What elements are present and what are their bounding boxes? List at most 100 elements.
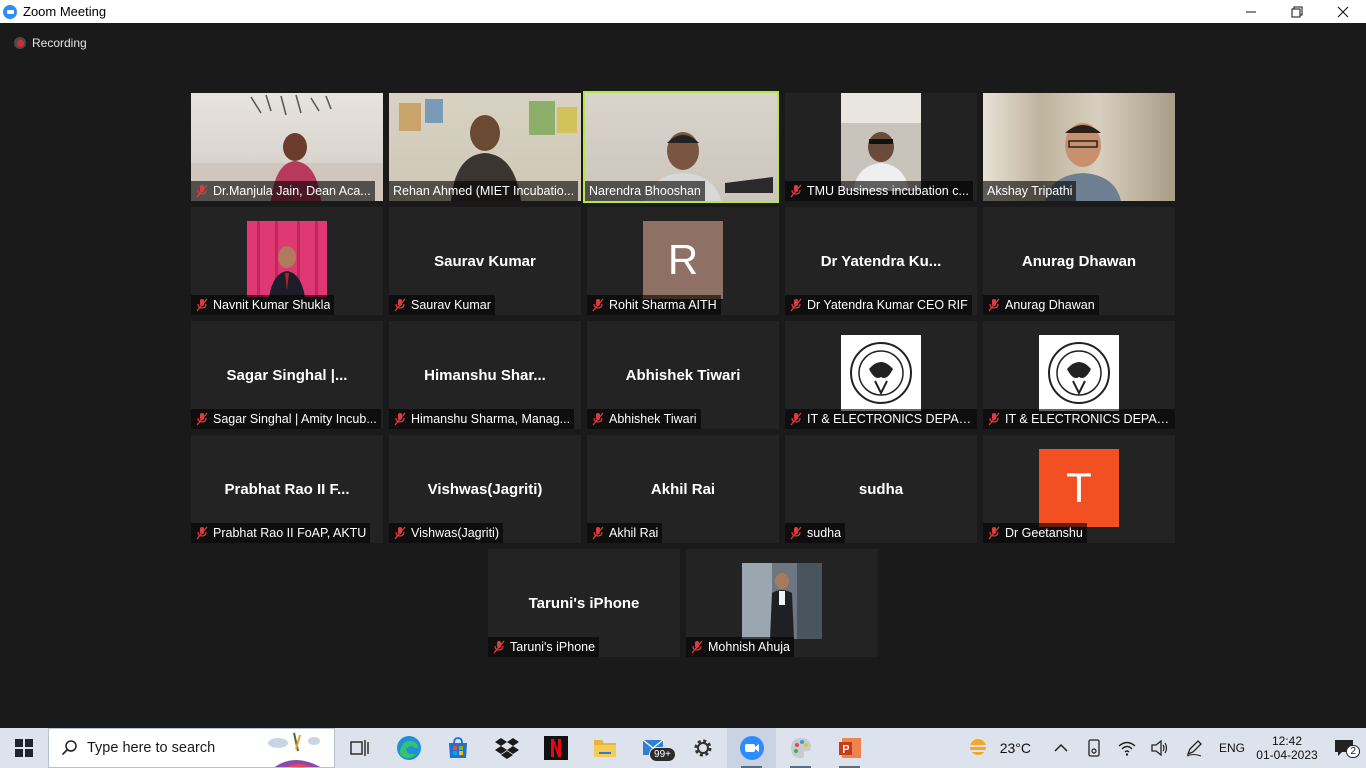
netflix-taskbar-button[interactable] — [531, 728, 580, 768]
device-icon — [1087, 739, 1100, 757]
participant-name-label: TMU Business incubation c... — [785, 181, 973, 201]
mic-muted-icon — [196, 412, 208, 426]
participant-tile[interactable]: Vishwas(Jagriti) Vishwas(Jagriti) — [389, 435, 581, 543]
participant-tile[interactable]: IT & ELECTRONICS DEPART... — [983, 321, 1175, 429]
minimize-button[interactable] — [1228, 0, 1274, 23]
participant-name-label: Prabhat Rao II FoAP, AKTU — [191, 523, 371, 543]
mail-taskbar-button[interactable]: 99+ — [629, 728, 678, 768]
participant-name-label: Navnit Kumar Shukla — [191, 295, 335, 315]
participant-tile[interactable]: T Dr Geetanshu — [983, 435, 1175, 543]
participant-photo — [742, 563, 822, 639]
participant-display-name: Himanshu Shar... — [424, 367, 546, 384]
participant-tile[interactable]: sudha sudha — [785, 435, 977, 543]
mic-muted-icon — [592, 526, 604, 540]
participant-tile[interactable]: Akhil Rai Akhil Rai — [587, 435, 779, 543]
zoom-taskbar-button[interactable] — [727, 728, 776, 768]
mic-muted-icon — [988, 412, 1000, 426]
participant-tile[interactable]: Prabhat Rao II F... Prabhat Rao II FoAP,… — [191, 435, 383, 543]
window-title: Zoom Meeting — [23, 4, 107, 19]
participant-tile[interactable]: Dr.Manjula Jain, Dean Aca... — [191, 93, 383, 201]
participant-tile[interactable]: Rehan Ahmed (MIET Incubatio... — [389, 93, 581, 201]
search-placeholder: Type here to search — [87, 740, 216, 756]
dropbox-taskbar-button[interactable] — [482, 728, 531, 768]
participant-display-name: Prabhat Rao II F... — [224, 481, 350, 498]
up-government-emblem — [841, 335, 921, 411]
start-button[interactable] — [0, 728, 48, 768]
participant-tile[interactable]: Anurag Dhawan Anurag Dhawan — [983, 207, 1175, 315]
record-icon — [14, 37, 26, 49]
window-controls — [1228, 0, 1366, 23]
participant-tile[interactable]: Abhishek Tiwari Abhishek Tiwari — [587, 321, 779, 429]
participant-tile[interactable]: Sagar Singhal |... Sagar Singhal | Amity… — [191, 321, 383, 429]
network-button[interactable] — [1110, 740, 1143, 756]
participant-tile[interactable]: R Rohit Sharma AITH — [587, 207, 779, 315]
participant-avatar: T — [1039, 449, 1119, 527]
participant-name-label: Anurag Dhawan — [983, 295, 1099, 315]
participant-tile[interactable]: Navnit Kumar Shukla — [191, 207, 383, 315]
pen-workspace-button[interactable] — [1176, 739, 1212, 757]
chevron-up-icon — [1054, 743, 1068, 752]
participant-display-name: Abhishek Tiwari — [625, 367, 741, 384]
recording-label: Recording — [32, 36, 87, 50]
search-icon — [61, 740, 77, 756]
participant-tile[interactable]: Saurav Kumar Saurav Kumar — [389, 207, 581, 315]
input-language[interactable]: ENG — [1212, 741, 1252, 755]
weather-sun-haze-icon — [967, 739, 988, 755]
mic-muted-icon — [988, 526, 1000, 540]
task-view-button[interactable] — [335, 728, 384, 768]
paint-taskbar-button[interactable] — [776, 728, 825, 768]
edge-browser-icon — [396, 736, 421, 760]
participant-tile[interactable]: IT & ELECTRONICS DEPART... — [785, 321, 977, 429]
participant-display-name: Anurag Dhawan — [1021, 253, 1137, 270]
title-bar: Zoom Meeting — [0, 0, 1366, 23]
participant-avatar: R — [643, 221, 723, 299]
participant-tile[interactable]: Mohnish Ahuja — [686, 549, 878, 657]
participant-photo — [247, 221, 327, 297]
participant-tile[interactable]: Dr Yatendra Ku... Dr Yatendra Kumar CEO … — [785, 207, 977, 315]
restore-button[interactable] — [1274, 0, 1320, 23]
folder-icon — [593, 740, 616, 757]
device-tray-button[interactable] — [1077, 739, 1110, 757]
system-tray: 23°C ENG 12:42 01-04-2023 2 — [966, 728, 1366, 768]
mic-muted-icon — [196, 298, 208, 312]
dropbox-icon — [494, 738, 519, 759]
pen-icon — [1186, 740, 1202, 757]
participant-tile[interactable]: TMU Business incubation c... — [785, 93, 977, 201]
file-explorer-taskbar-button[interactable] — [580, 728, 629, 768]
microsoft-store-icon — [448, 737, 467, 758]
weather-widget[interactable]: 23°C — [966, 737, 1031, 759]
participant-name-label: Rehan Ahmed (MIET Incubatio... — [389, 181, 579, 201]
taskbar-search-box[interactable]: Type here to search — [48, 728, 335, 768]
search-highlight-illustration — [268, 732, 321, 767]
settings-taskbar-button[interactable] — [678, 728, 727, 768]
participant-name-label: Vishwas(Jagriti) — [389, 523, 503, 543]
participant-name-label: Dr.Manjula Jain, Dean Aca... — [191, 181, 375, 201]
participant-display-name: Saurav Kumar — [434, 253, 536, 270]
powerpoint-taskbar-button[interactable] — [825, 728, 874, 768]
participant-name-label: IT & ELECTRONICS DEPART... — [785, 409, 977, 429]
close-button[interactable] — [1320, 0, 1366, 23]
edge-taskbar-button[interactable] — [384, 728, 433, 768]
mic-muted-icon — [592, 412, 604, 426]
notifications-button[interactable]: 2 — [1322, 739, 1366, 758]
meeting-area: Recording Dr.Manjula Jain, Dean Aca... R… — [0, 23, 1366, 728]
clock[interactable]: 12:42 01-04-2023 — [1252, 734, 1322, 762]
participant-tile[interactable]: Himanshu Shar... Himanshu Sharma, Manag.… — [389, 321, 581, 429]
mic-muted-icon — [790, 184, 802, 198]
mic-muted-icon — [592, 298, 604, 312]
participant-tile[interactable]: Akshay Tripathi — [983, 93, 1175, 201]
participant-name-label: Himanshu Sharma, Manag... — [389, 409, 575, 429]
show-hidden-icons-button[interactable] — [1045, 743, 1077, 753]
volume-button[interactable] — [1143, 740, 1176, 756]
participant-tile-active-speaker[interactable]: Narendra Bhooshan — [583, 91, 779, 203]
participant-tile[interactable]: Taruni's iPhone Taruni's iPhone — [488, 549, 680, 657]
participant-name-label: Narendra Bhooshan — [585, 181, 705, 201]
participant-display-name: Dr Yatendra Ku... — [820, 253, 942, 270]
recording-indicator[interactable]: Recording — [14, 36, 87, 50]
mic-muted-icon — [790, 526, 802, 540]
zoom-icon — [739, 736, 764, 760]
participant-display-name: sudha — [858, 481, 904, 498]
store-taskbar-button[interactable] — [433, 728, 482, 768]
participant-name-label: Sagar Singhal | Amity Incub... — [191, 409, 381, 429]
participant-name-label: Saurav Kumar — [389, 295, 495, 315]
